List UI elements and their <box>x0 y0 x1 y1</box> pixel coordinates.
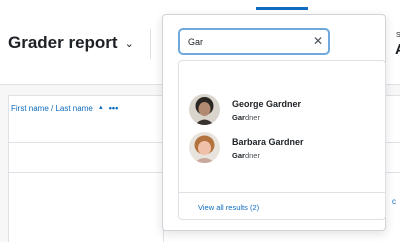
more-horizontal-icon[interactable]: ••• <box>109 103 118 113</box>
search-results-list: George Gardner Gardner Barbara Gardner G… <box>178 60 386 220</box>
header-link-fragment[interactable]: c <box>392 197 396 206</box>
selector-label-fragment: S <box>396 32 400 39</box>
selector-value-fragment: A <box>395 41 400 58</box>
view-all-results-link[interactable]: View all results (2) <box>198 203 259 212</box>
avatar <box>189 132 220 163</box>
name-column-sort-link[interactable]: First name / Last name <box>11 104 93 113</box>
page-title: Grader report <box>8 33 118 52</box>
search-result-item[interactable]: George Gardner Gardner <box>189 93 369 129</box>
result-detail: Gardner <box>232 151 260 160</box>
active-tab-indicator <box>256 7 308 10</box>
user-search-dropdown: ✕ George Gardner Gardner <box>162 14 386 231</box>
results-divider <box>179 192 385 193</box>
avatar <box>189 94 220 125</box>
close-icon[interactable]: ✕ <box>313 33 323 49</box>
search-result-item[interactable]: Barbara Gardner Gardner <box>189 131 369 167</box>
result-name: George Gardner <box>232 99 302 109</box>
name-column-header[interactable]: First name / Last name ▲ ••• <box>11 103 118 113</box>
search-input[interactable] <box>188 35 308 49</box>
search-field[interactable]: ✕ <box>178 28 330 55</box>
report-selector[interactable]: Grader report ⌄ <box>8 33 134 53</box>
header-divider <box>150 29 151 59</box>
result-name: Barbara Gardner <box>232 137 304 147</box>
sort-asc-icon[interactable]: ▲ <box>98 105 104 111</box>
chevron-down-icon: ⌄ <box>124 37 134 50</box>
result-detail: Gardner <box>232 113 260 122</box>
